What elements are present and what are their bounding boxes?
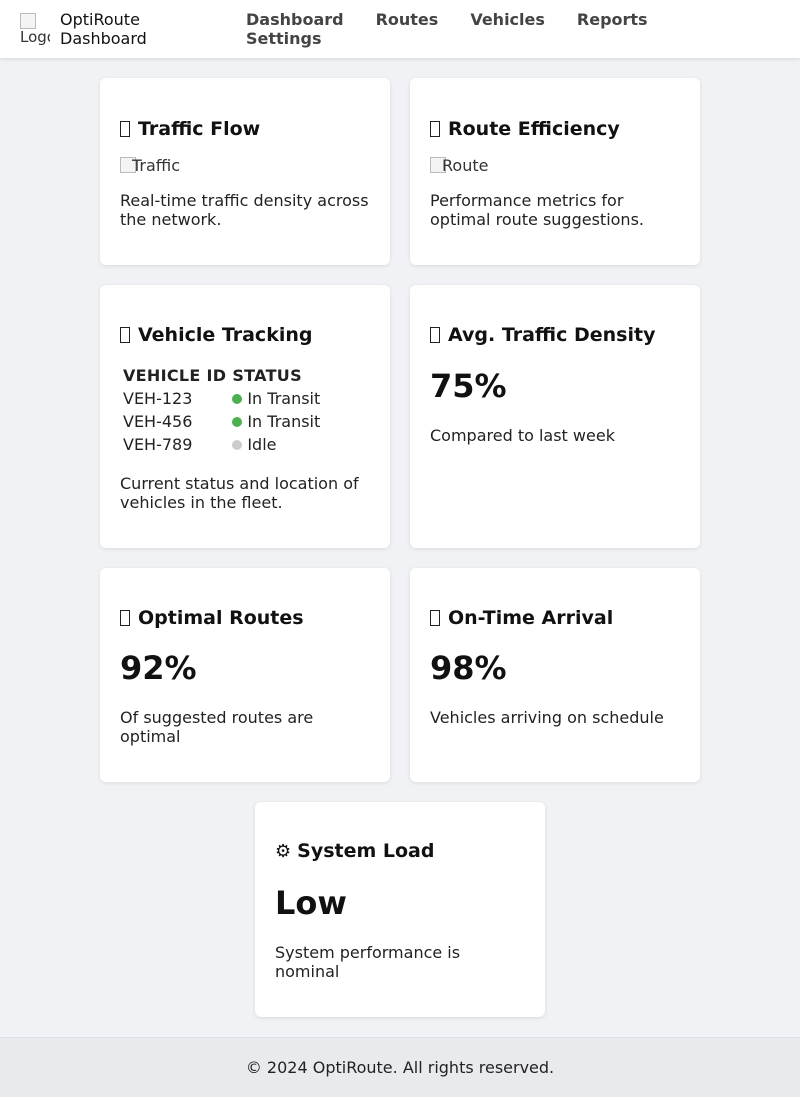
density-icon: [430, 327, 440, 343]
route-image: Route: [430, 156, 488, 175]
logo-alt-text: Logo: [20, 28, 50, 45]
card-description: Real-time traffic density across the net…: [120, 191, 369, 229]
vehicle-id-cell: VEH-123: [123, 389, 193, 408]
card-title: Optimal Routes: [120, 607, 304, 629]
card-title: Route Efficiency: [430, 118, 620, 140]
card-on-time-arrival: On-Time Arrival 98% Vehicles arriving on…: [410, 568, 700, 782]
status-cell: In Transit: [229, 410, 323, 433]
card-description: Compared to last week: [430, 426, 615, 445]
table-row[interactable]: VEH-789 Idle: [120, 433, 323, 456]
card-optimal-routes: Optimal Routes 92% Of suggested routes a…: [100, 568, 390, 782]
vehicle-table: VEHICLE ID STATUS VEH-123 In Transit VEH…: [120, 364, 323, 456]
nav-vehicles[interactable]: Vehicles: [470, 10, 545, 29]
nav-reports[interactable]: Reports: [577, 10, 648, 29]
vehicle-icon: [120, 327, 130, 343]
card-title: Avg. Traffic Density: [430, 324, 655, 346]
card-description: Performance metrics for optimal route su…: [430, 191, 644, 229]
top-header: Logo OptiRoute Dashboard Dashboard Routes…: [0, 0, 800, 58]
status-dot-icon: [232, 394, 243, 404]
column-header-status: STATUS: [232, 366, 302, 385]
broken-image-icon: [20, 13, 36, 29]
card-title: Traffic Flow: [120, 118, 260, 140]
status-dot-icon: [232, 417, 243, 427]
card-vehicle-tracking: Vehicle Tracking VEHICLE ID STATUS VEH-1…: [100, 285, 390, 548]
optimal-route-icon: [120, 610, 130, 626]
card-route-efficiency: Route Efficiency Route Performance metri…: [410, 78, 700, 265]
card-description: Vehicles arriving on schedule: [430, 708, 664, 727]
gear-icon: ⚙: [275, 841, 292, 862]
card-traffic-flow: Traffic Flow Traffic Real-time traffic d…: [100, 78, 390, 265]
status-cell: Idle: [229, 433, 323, 456]
card-description: System performance is nominal: [275, 943, 461, 981]
nav-settings[interactable]: Settings: [246, 29, 322, 48]
page-footer: © 2024 OptiRoute. All rights reserved.: [0, 1037, 800, 1097]
metric-value: 92%: [120, 649, 197, 687]
metric-value: Low: [275, 884, 347, 922]
card-title: Vehicle Tracking: [120, 324, 312, 346]
table-row[interactable]: VEH-456 In Transit: [120, 410, 323, 433]
metric-value: 98%: [430, 649, 507, 687]
logo-image[interactable]: Logo: [20, 13, 50, 45]
column-header-vehicle-id: VEHICLE ID: [123, 366, 227, 385]
card-avg-traffic-density: Avg. Traffic Density 75% Compared to las…: [410, 285, 700, 548]
card-description: Of suggested routes are optimal: [120, 708, 314, 746]
route-icon: [430, 121, 440, 137]
main-nav: Dashboard Routes Vehicles Reports Settings: [246, 10, 696, 48]
brand-title: OptiRoute Dashboard: [60, 10, 147, 48]
card-description: Current status and location of vehicles …: [120, 474, 359, 512]
table-header-row: VEHICLE ID STATUS: [120, 364, 323, 387]
status-dot-icon: [232, 440, 243, 450]
card-title: On-Time Arrival: [430, 607, 613, 629]
clock-icon: [430, 610, 440, 626]
vehicle-id-cell: VEH-456: [123, 412, 193, 431]
status-cell: In Transit: [229, 387, 323, 410]
footer-text: © 2024 OptiRoute. All rights reserved.: [245, 1058, 555, 1077]
table-row[interactable]: VEH-123 In Transit: [120, 387, 323, 410]
traffic-icon: [120, 121, 130, 137]
nav-routes[interactable]: Routes: [376, 10, 439, 29]
card-title: ⚙ System Load: [275, 840, 435, 862]
vehicle-id-cell: VEH-789: [123, 435, 193, 454]
metric-value: 75%: [430, 367, 507, 405]
nav-dashboard[interactable]: Dashboard: [246, 10, 344, 29]
card-system-load: ⚙ System Load Low System performance is n…: [255, 802, 545, 1017]
traffic-image: Traffic: [120, 156, 180, 175]
